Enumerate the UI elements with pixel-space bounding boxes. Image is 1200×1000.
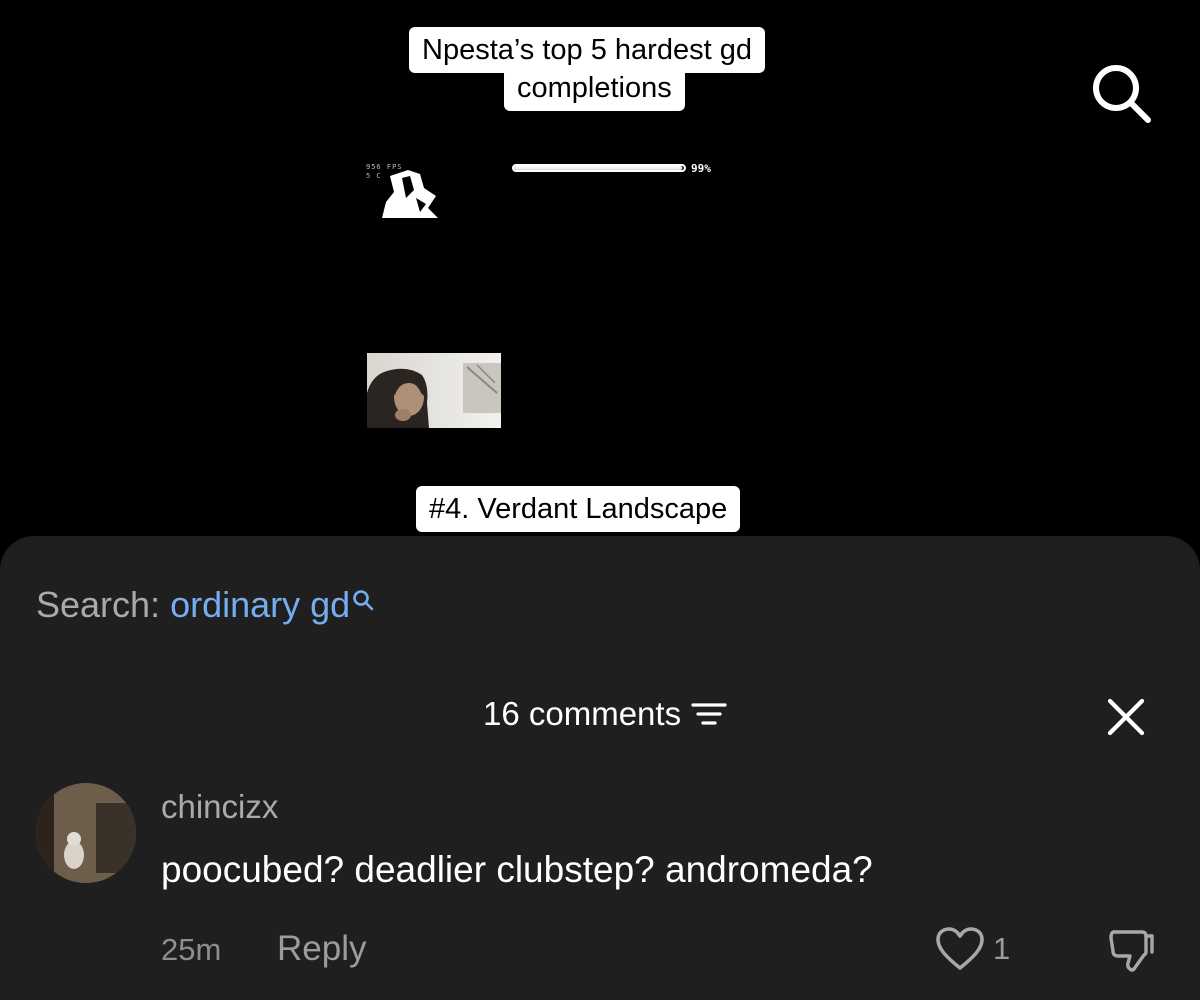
video-caption-title-continued: completions <box>504 68 685 111</box>
search-suggestion-term[interactable]: ordinary gd <box>170 584 350 625</box>
webcam-image <box>367 363 501 428</box>
video-caption-title: Npesta’s top 5 hardest gd <box>409 27 765 73</box>
heart-icon <box>936 927 984 970</box>
level-progress-bar <box>512 164 686 172</box>
comment-timestamp: 25m <box>161 932 222 967</box>
reply-button[interactable]: Reply <box>277 928 366 970</box>
level-caption: #4. Verdant Landscape <box>416 486 741 532</box>
thumbs-down-icon <box>1109 930 1154 972</box>
close-icon <box>1107 698 1145 736</box>
dislike-button[interactable] <box>1106 924 1156 974</box>
game-player-sprite <box>382 170 438 218</box>
comments-count: 16 comments <box>483 695 682 732</box>
webcam-overlay <box>367 353 501 428</box>
comment-username[interactable]: chincizx <box>161 787 278 827</box>
close-comments-button[interactable] <box>1104 695 1148 739</box>
avatar[interactable] <box>36 783 136 883</box>
search-button[interactable] <box>1086 58 1156 128</box>
filter-icon[interactable] <box>691 700 727 728</box>
video-player[interactable]: Npesta’s top 5 hardest gd completions 95… <box>0 0 1200 545</box>
like-button[interactable]: 1 <box>935 924 1010 974</box>
comments-header: 16 comments <box>483 694 727 734</box>
search-suggestion[interactable]: Search: ordinary gd <box>36 583 374 627</box>
like-count: 1 <box>993 931 1011 966</box>
search-suggestion-prefix: Search: <box>36 584 161 625</box>
search-icon <box>353 590 374 611</box>
avatar-image <box>36 783 136 883</box>
comment-text: poocubed? deadlier clubstep? andromeda? <box>161 849 873 890</box>
level-progress-percent: 99% <box>691 162 711 175</box>
search-icon <box>1093 65 1151 123</box>
level-progress-fill <box>514 166 683 170</box>
